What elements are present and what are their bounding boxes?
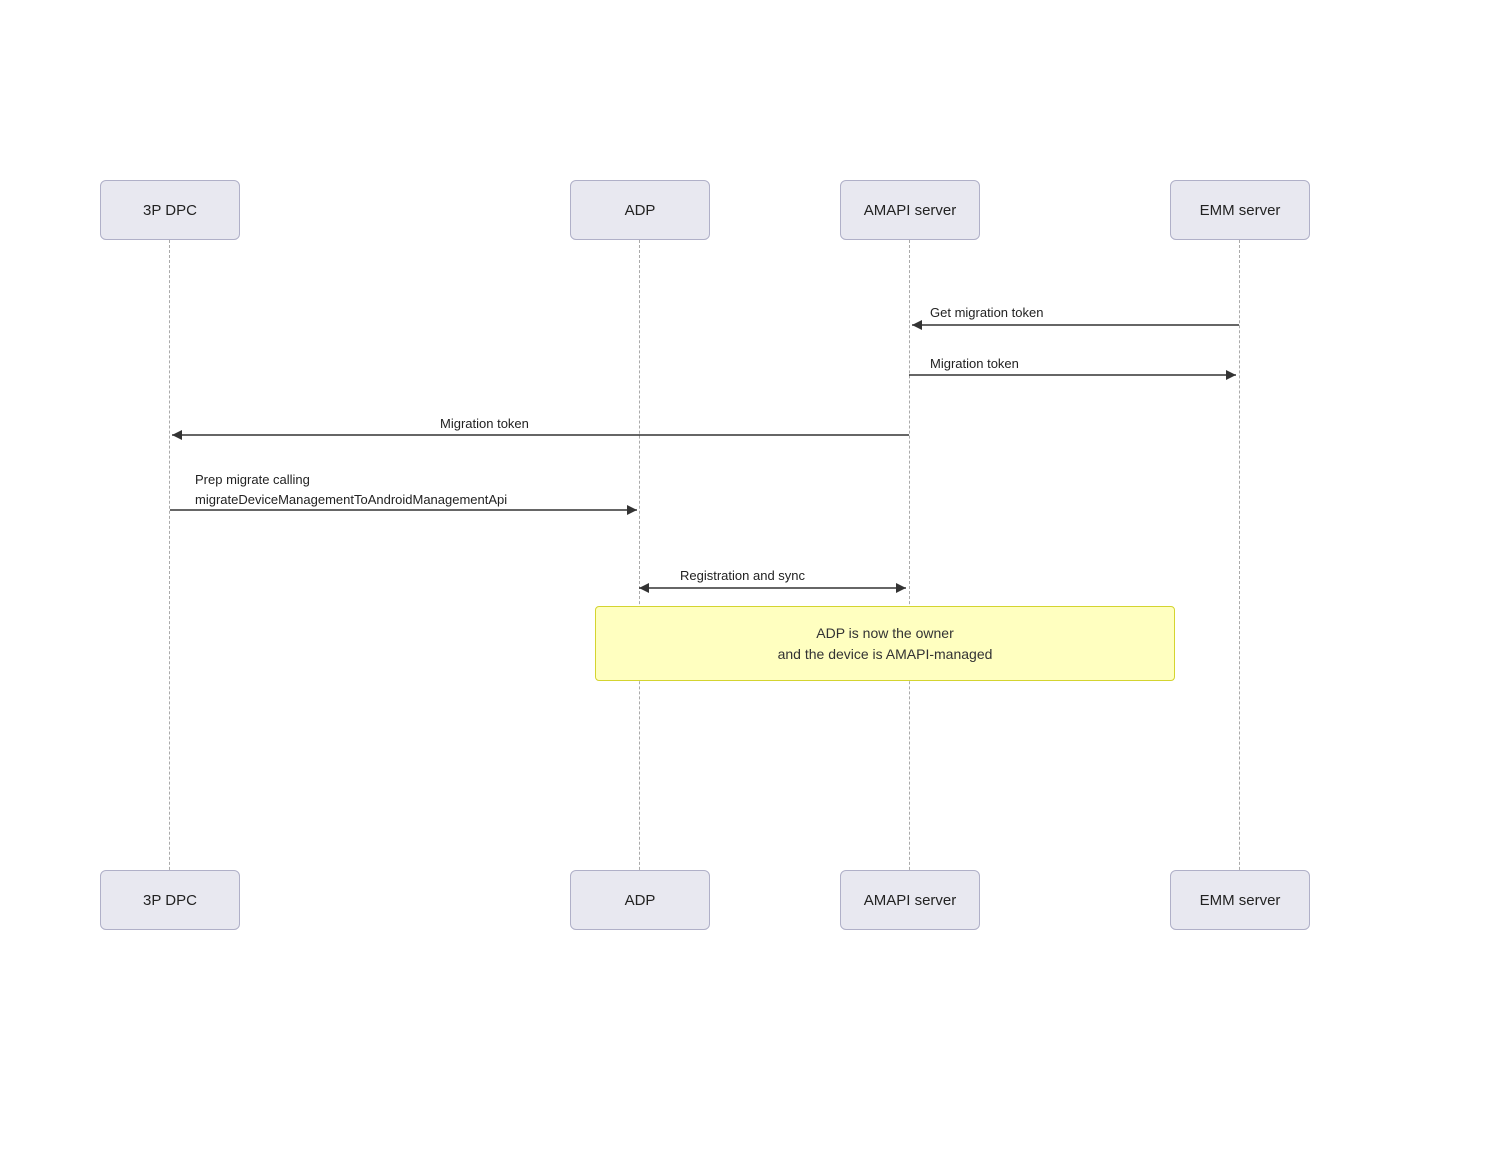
actor-adp-bottom: ADP	[570, 870, 710, 930]
highlight-adp-owner: ADP is now the ownerand the device is AM…	[595, 606, 1175, 681]
label-get-migration-token: Get migration token	[930, 305, 1043, 320]
label-registration-sync: Registration and sync	[680, 568, 805, 583]
actor-amapi-bottom: AMAPI server	[840, 870, 980, 930]
actor-emm-bottom: EMM server	[1170, 870, 1310, 930]
label-migration-token-2: Migration token	[440, 416, 529, 431]
actor-label: EMM server	[1200, 892, 1281, 909]
actor-label: AMAPI server	[864, 892, 957, 909]
label-prep-migrate: Prep migrate callingmigrateDeviceManagem…	[195, 470, 507, 509]
sequence-diagram: 3P DPC ADP AMAPI server EMM server Get m…	[50, 180, 1450, 980]
actor-label: 3P DPC	[143, 892, 197, 909]
label-migration-token-1: Migration token	[930, 356, 1019, 371]
actor-label: ADP	[625, 892, 656, 909]
actor-3p-dpc-bottom: 3P DPC	[100, 870, 240, 930]
